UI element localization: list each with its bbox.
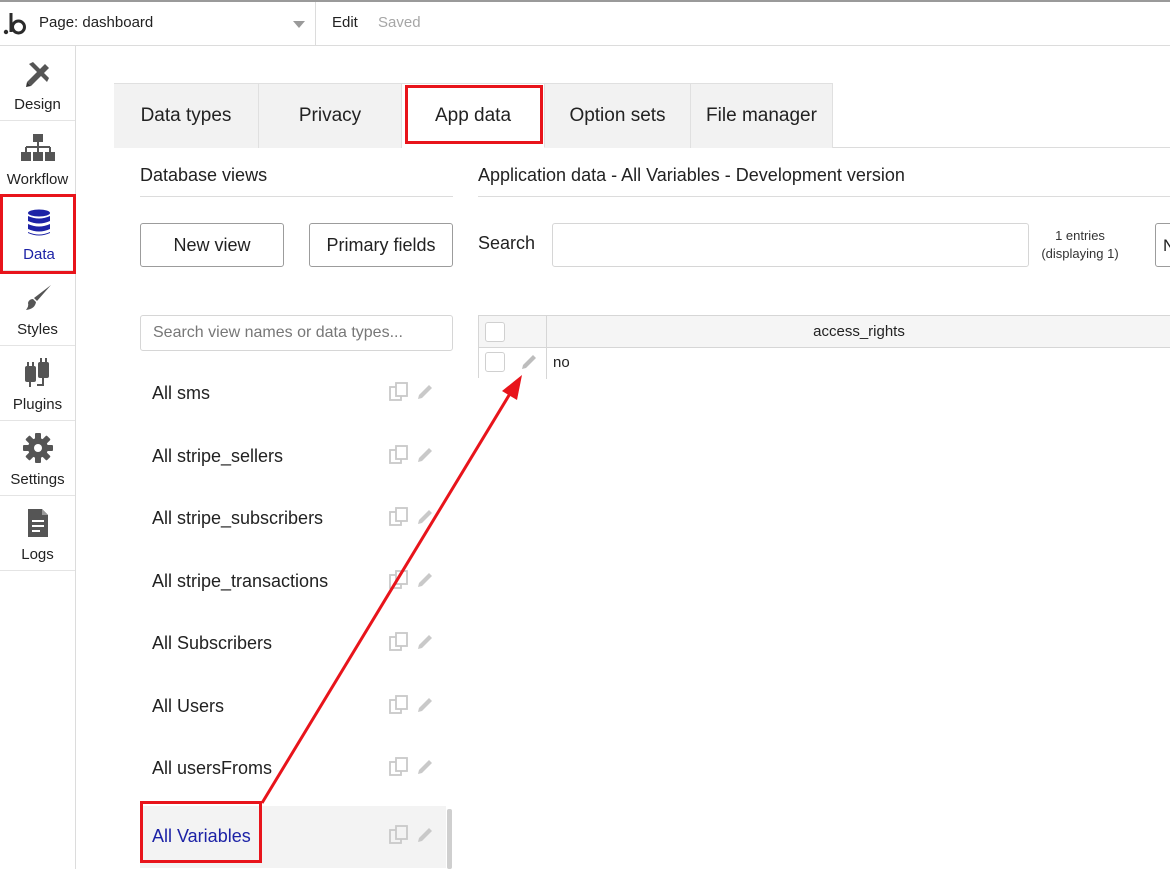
- pencil-icon[interactable]: [414, 569, 436, 591]
- view-item-all-stripe-subscribers[interactable]: All stripe_subscribers: [140, 488, 446, 550]
- data-table: access_rights no: [478, 315, 1170, 379]
- sidebar-item-label: Data: [23, 246, 55, 263]
- view-item-all-subscribers[interactable]: All Subscribers: [140, 613, 446, 675]
- plug-icon: [0, 356, 75, 390]
- sidebar-item-logs[interactable]: Logs: [0, 496, 75, 571]
- view-item-label: All usersFroms: [152, 758, 273, 778]
- sidebar-item-design[interactable]: Design: [0, 46, 75, 121]
- sidebar-item-label: Workflow: [6, 171, 69, 188]
- table-header: access_rights: [479, 316, 1170, 348]
- tab-bar: Data types Privacy App data Option sets …: [114, 83, 1170, 148]
- left-sidebar: Design Workflow Data Styles Plugins Sett…: [0, 46, 76, 869]
- application-data-column: Application data - All Variables - Devel…: [478, 148, 1170, 869]
- page-selector-label: Page: dashboard: [39, 14, 154, 31]
- tab-label: App data: [434, 104, 512, 126]
- pencil-icon[interactable]: [414, 824, 436, 846]
- view-item-label: All Subscribers: [152, 633, 273, 653]
- new-entry-button[interactable]: N: [1155, 223, 1170, 267]
- copy-icon[interactable]: [388, 756, 410, 778]
- database-views-column: Database views New view Primary fields S…: [114, 148, 454, 869]
- view-item-all-users[interactable]: All Users: [140, 676, 446, 738]
- top-bar: Page: dashboard Edit Saved: [0, 0, 1170, 46]
- views-scrollbar[interactable]: [447, 809, 452, 869]
- cell-access-rights[interactable]: no: [553, 354, 570, 371]
- pencil-icon[interactable]: [414, 631, 436, 653]
- table-row[interactable]: no: [479, 348, 1170, 378]
- data-search-input[interactable]: [552, 223, 1029, 267]
- pencil-icon[interactable]: [414, 756, 436, 778]
- bubble-logo-icon[interactable]: [0, 2, 32, 46]
- pencil-icon[interactable]: [414, 506, 436, 528]
- tab-app-data[interactable]: App data: [402, 83, 545, 148]
- database-icon: [3, 206, 75, 240]
- copy-icon[interactable]: [388, 694, 410, 716]
- divider: [140, 196, 453, 197]
- sidebar-item-label: Styles: [17, 321, 58, 338]
- view-item-all-sms[interactable]: All sms: [140, 363, 446, 425]
- column-header-access-rights[interactable]: access_rights: [547, 323, 1170, 340]
- document-icon: [0, 506, 75, 540]
- edit-menu[interactable]: Edit: [332, 14, 358, 31]
- data-panel: Data types Privacy App data Option sets …: [114, 83, 1170, 869]
- view-item-label: All Variables: [152, 826, 251, 846]
- tab-privacy[interactable]: Privacy: [259, 83, 402, 148]
- sidebar-item-label: Logs: [21, 546, 54, 563]
- tab-label: File manager: [706, 105, 817, 126]
- brush-icon: [0, 281, 75, 315]
- pencil-icon[interactable]: [414, 381, 436, 403]
- sidebar-item-plugins[interactable]: Plugins: [0, 346, 75, 421]
- copy-icon[interactable]: [388, 381, 410, 403]
- sidebar-item-data[interactable]: Data: [0, 196, 75, 271]
- sidebar-item-workflow[interactable]: Workflow: [0, 121, 75, 196]
- application-data-title: Application data - All Variables - Devel…: [478, 165, 905, 185]
- design-icon: [0, 56, 75, 90]
- column-divider: [546, 316, 547, 379]
- primary-fields-button[interactable]: Primary fields: [309, 223, 453, 267]
- pencil-icon[interactable]: [519, 352, 539, 377]
- view-item-label: All sms: [152, 383, 210, 403]
- database-views-title: Database views: [140, 165, 268, 185]
- tab-file-manager[interactable]: File manager: [691, 83, 833, 148]
- sidebar-item-settings[interactable]: Settings: [0, 421, 75, 496]
- view-item-label: All stripe_sellers: [152, 446, 284, 466]
- select-all-checkbox[interactable]: [485, 322, 505, 342]
- tab-label: Privacy: [298, 105, 362, 126]
- save-status: Saved: [378, 14, 421, 31]
- view-item-all-stripe-transactions[interactable]: All stripe_transactions: [140, 551, 446, 613]
- copy-icon[interactable]: [388, 444, 410, 466]
- row-checkbox[interactable]: [485, 352, 505, 372]
- search-label: Search: [478, 233, 536, 253]
- sidebar-item-label: Settings: [10, 471, 65, 488]
- sidebar-item-styles[interactable]: Styles: [0, 271, 75, 346]
- tab-option-sets[interactable]: Option sets: [545, 83, 691, 148]
- view-item-label: All stripe_transactions: [152, 571, 329, 591]
- page-selector[interactable]: Page: dashboard: [32, 2, 316, 45]
- tab-data-types[interactable]: Data types: [114, 83, 259, 148]
- view-item-all-stripe-sellers[interactable]: All stripe_sellers: [140, 426, 446, 488]
- copy-icon[interactable]: [388, 569, 410, 591]
- view-item-label: All stripe_subscribers: [152, 508, 324, 528]
- view-item-all-usersfroms[interactable]: All usersFroms: [140, 738, 446, 800]
- copy-icon[interactable]: [388, 631, 410, 653]
- view-item-all-variables[interactable]: All Variables: [140, 806, 446, 868]
- gear-icon: [0, 431, 75, 465]
- view-search-input[interactable]: Search view names or data types...: [140, 315, 453, 351]
- entries-displaying-line: (displaying 1): [1041, 246, 1119, 261]
- divider: [478, 196, 1170, 197]
- chevron-down-icon: [293, 21, 305, 28]
- sidebar-item-label: Design: [14, 96, 61, 113]
- copy-icon[interactable]: [388, 824, 410, 846]
- entries-count: 1 entries (displaying 1): [1036, 227, 1124, 263]
- pencil-icon[interactable]: [414, 694, 436, 716]
- new-view-button[interactable]: New view: [140, 223, 284, 267]
- tab-label: Option sets: [569, 105, 666, 126]
- pencil-icon[interactable]: [414, 444, 436, 466]
- copy-icon[interactable]: [388, 506, 410, 528]
- view-item-label: All Users: [152, 696, 225, 716]
- sidebar-item-label: Plugins: [12, 396, 63, 413]
- workflow-icon: [0, 131, 75, 165]
- entries-count-line: 1 entries: [1055, 228, 1105, 243]
- tab-label: Data types: [140, 105, 232, 126]
